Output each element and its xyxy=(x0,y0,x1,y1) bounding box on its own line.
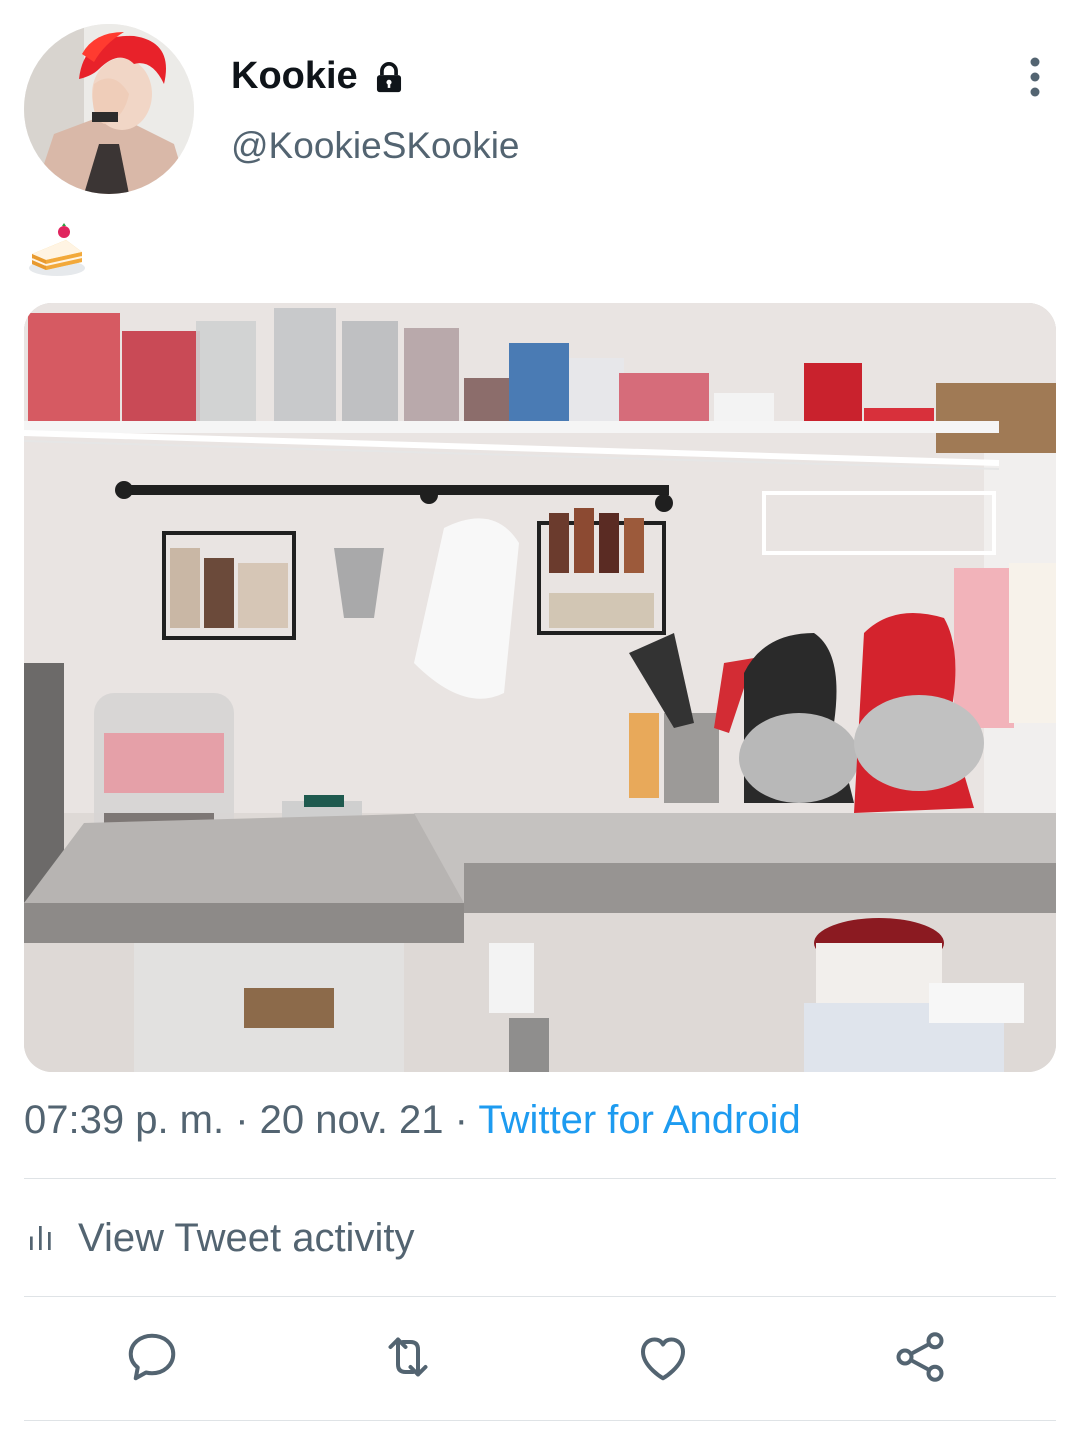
divider xyxy=(24,1178,1056,1179)
speech-bubble-icon xyxy=(128,1333,176,1381)
divider xyxy=(24,1420,1056,1421)
meta-separator: · xyxy=(443,1098,479,1142)
avatar-image xyxy=(24,24,194,194)
meta-separator: · xyxy=(224,1098,260,1142)
handle[interactable]: @KookieSKookie xyxy=(231,122,520,170)
more-options-button[interactable] xyxy=(1010,52,1060,102)
tweet-date: 20 nov. 21 xyxy=(259,1098,444,1142)
more-vertical-icon xyxy=(1030,57,1040,97)
tweet-time: 07:39 p. m. xyxy=(24,1098,225,1142)
view-tweet-activity-button[interactable]: View Tweet activity xyxy=(24,1210,414,1266)
tweet-source-link[interactable]: Twitter for Android xyxy=(478,1098,800,1142)
like-button[interactable] xyxy=(633,1327,693,1387)
retweet-icon xyxy=(388,1337,428,1377)
tweet-meta: 07:39 p. m. · 20 nov. 21 · Twitter for A… xyxy=(24,1094,801,1146)
cake-emoji xyxy=(29,223,85,276)
retweet-button[interactable] xyxy=(378,1327,438,1387)
photo-illustration xyxy=(24,303,1056,1072)
share-button[interactable] xyxy=(890,1327,950,1387)
display-name[interactable]: Kookie xyxy=(231,52,406,100)
share-icon xyxy=(896,1332,944,1382)
reply-button[interactable] xyxy=(122,1327,182,1387)
tweet-photo[interactable] xyxy=(24,303,1056,1072)
avatar[interactable] xyxy=(24,24,194,194)
view-tweet-activity-label: View Tweet activity xyxy=(78,1216,415,1260)
display-name-text: Kookie xyxy=(231,55,358,97)
divider xyxy=(24,1296,1056,1297)
tweet-text xyxy=(26,218,88,280)
lock-icon xyxy=(372,59,406,93)
heart-icon xyxy=(641,1337,685,1381)
bar-chart-icon xyxy=(30,1226,51,1250)
